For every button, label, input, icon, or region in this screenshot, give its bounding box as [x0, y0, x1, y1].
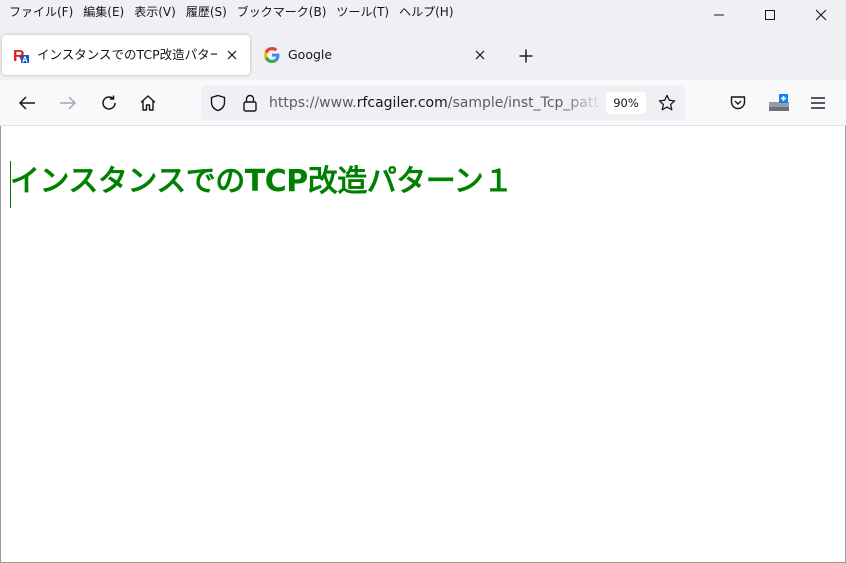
- back-button[interactable]: [15, 91, 39, 115]
- menu-bookmarks[interactable]: ブックマーク(B): [232, 3, 332, 21]
- page-heading: インスタンスでのTCP改造パターン１: [10, 164, 513, 199]
- tab-strip: R A インスタンスでのTCP改造パターン１ Google: [0, 30, 846, 80]
- reload-icon: [102, 95, 116, 110]
- hamburger-menu-icon: [811, 97, 825, 109]
- url-prefix: https://www.: [269, 95, 357, 111]
- tab-active[interactable]: R A インスタンスでのTCP改造パターン１: [2, 35, 250, 75]
- menu-history[interactable]: 履歴(S): [181, 3, 232, 21]
- new-tab-button[interactable]: [515, 45, 537, 67]
- navigation-toolbar: https://www.rfcagiler.com/sample/inst_Tc…: [0, 80, 846, 126]
- minimize-button[interactable]: [693, 0, 744, 30]
- tab-close-button[interactable]: [224, 47, 240, 63]
- window-controls: [693, 0, 846, 30]
- close-icon: [227, 50, 237, 60]
- maximize-icon: [764, 10, 775, 20]
- plus-icon: [519, 49, 533, 63]
- account-button[interactable]: [767, 91, 791, 115]
- pocket-icon: [730, 96, 746, 110]
- url-host: rfcagiler.com: [356, 95, 448, 111]
- browser-window: ファイル(F) 編集(E) 表示(V) 履歴(S) ブックマーク(B) ツール(…: [0, 0, 846, 563]
- account-icon: [769, 94, 789, 111]
- svg-text:A: A: [22, 56, 28, 64]
- tab-title: Google: [288, 47, 333, 62]
- lock-icon[interactable]: [241, 94, 259, 112]
- tab-google[interactable]: Google: [253, 35, 498, 75]
- app-menu-button[interactable]: [806, 91, 830, 115]
- shield-icon[interactable]: [209, 94, 227, 112]
- page-content: インスタンスでのTCP改造パターン１: [0, 126, 846, 563]
- home-icon: [140, 95, 156, 111]
- menu-file[interactable]: ファイル(F): [4, 3, 78, 21]
- close-icon: [475, 50, 485, 60]
- arrow-left-icon: [19, 96, 35, 110]
- home-button[interactable]: [136, 91, 160, 115]
- maximize-button[interactable]: [744, 0, 795, 30]
- close-icon: [815, 9, 826, 21]
- tab-close-button[interactable]: [472, 47, 488, 63]
- close-window-button[interactable]: [795, 0, 846, 30]
- arrow-right-icon: [60, 96, 76, 110]
- menu-items: ファイル(F) 編集(E) 表示(V) 履歴(S) ブックマーク(B) ツール(…: [4, 3, 459, 21]
- zoom-level-button[interactable]: 90%: [606, 92, 646, 114]
- menu-view[interactable]: 表示(V): [129, 3, 181, 21]
- reload-button[interactable]: [97, 91, 121, 115]
- url-bar[interactable]: https://www.rfcagiler.com/sample/inst_Tc…: [201, 86, 685, 120]
- url-text[interactable]: https://www.rfcagiler.com/sample/inst_Tc…: [269, 94, 601, 112]
- google-icon: [264, 47, 280, 63]
- menu-tools[interactable]: ツール(T): [331, 3, 394, 21]
- minimize-icon: [713, 14, 724, 16]
- menu-help[interactable]: ヘルプ(H): [394, 3, 458, 21]
- tab-title: インスタンスでのTCP改造パターン１: [37, 47, 217, 62]
- pocket-button[interactable]: [726, 91, 750, 115]
- rfcagiler-icon: R A: [13, 47, 29, 65]
- menu-bar: ファイル(F) 編集(E) 表示(V) 履歴(S) ブックマーク(B) ツール(…: [0, 0, 846, 30]
- menu-edit[interactable]: 編集(E): [78, 3, 129, 21]
- forward-button[interactable]: [56, 91, 80, 115]
- bookmark-star-icon[interactable]: [658, 94, 676, 112]
- url-fade: [561, 90, 603, 116]
